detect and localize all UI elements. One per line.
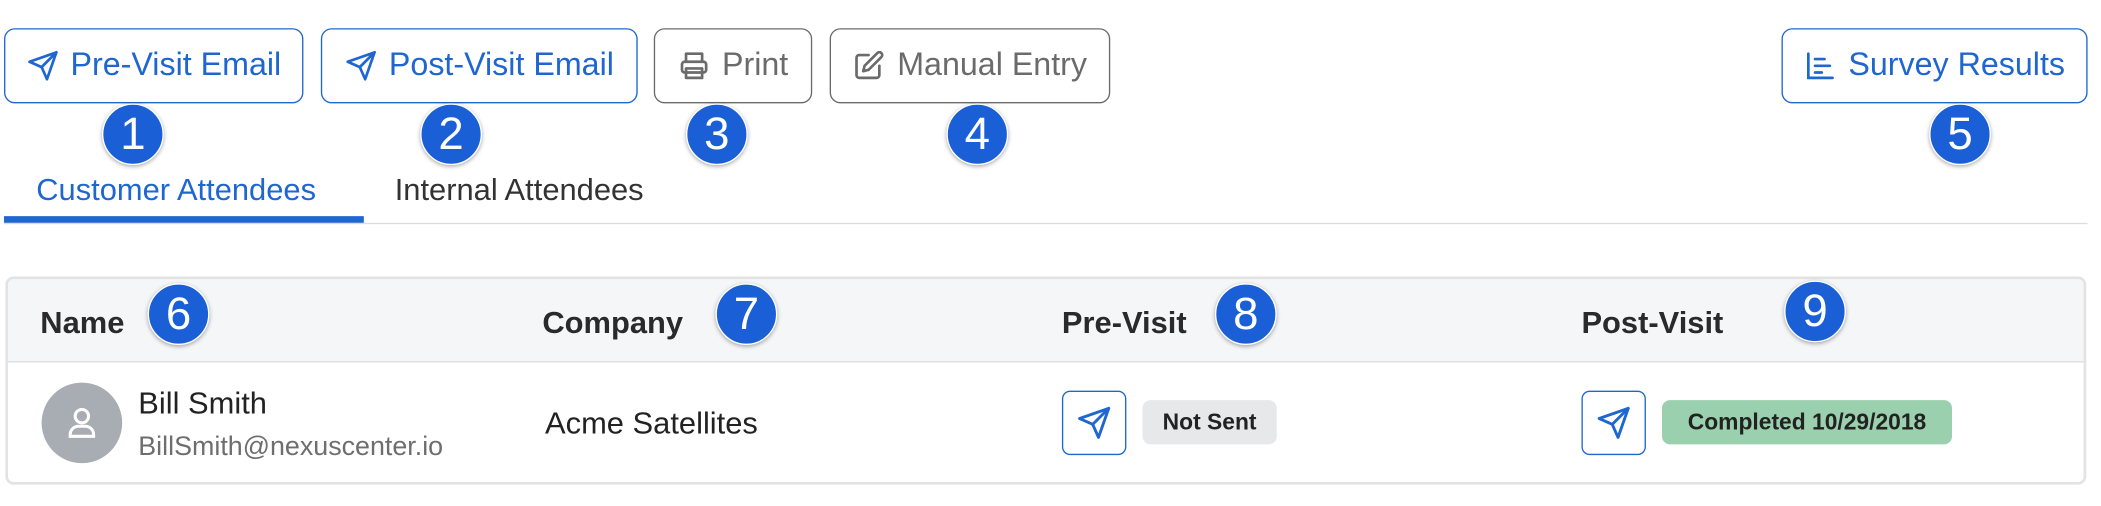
manual-entry-label: Manual Entry [897,46,1088,84]
pre-visit-email-button[interactable]: Pre-Visit Email [4,28,304,104]
send-post-visit-button[interactable] [1581,390,1646,456]
callout-marker-5: 5 [1929,103,1991,166]
tab-customer-attendees[interactable]: Customer Attendees [36,172,316,208]
survey-results-label: Survey Results [1848,46,2066,84]
survey-results-button[interactable]: Survey Results [1781,28,2088,104]
column-header-name[interactable]: Name [40,305,124,341]
tab-internal-attendees[interactable]: Internal Attendees [395,172,644,208]
column-header-pre-visit[interactable]: Pre-Visit [1062,305,1187,341]
print-button[interactable]: Print [653,28,813,104]
paper-plane-icon [27,51,58,81]
tabs-divider [4,222,2088,225]
attendees-table: Name Company Pre-Visit Post-Visit Bill S… [5,276,2087,485]
table-header: Name Company Pre-Visit Post-Visit [8,279,2084,363]
attendee-email: BillSmith@nexuscenter.io [138,432,444,462]
paper-plane-icon [1078,406,1111,439]
callout-marker-7: 7 [715,283,778,346]
attendee-company: Acme Satellites [545,405,758,441]
active-tab-indicator [4,216,364,223]
pre-visit-status-badge: Not Sent [1142,400,1277,445]
post-visit-status-badge: Completed 10/29/2018 [1662,400,1952,445]
table-row[interactable]: Bill Smith BillSmith@nexuscenter.io Acme… [8,362,2084,481]
callout-marker-3: 3 [686,103,748,166]
edit-icon [855,50,884,80]
post-visit-email-label: Post-Visit Email [388,46,614,84]
bar-chart-icon [1806,52,1834,80]
print-label: Print [722,46,789,84]
pre-visit-email-label: Pre-Visit Email [70,46,282,84]
column-header-company[interactable]: Company [542,305,683,341]
attendees-panel: Pre-Visit Email Post-Visit Email Print M… [0,0,2101,493]
avatar [41,382,123,464]
callout-marker-4: 4 [946,103,1009,166]
callout-marker-1: 1 [102,103,164,166]
post-visit-email-button[interactable]: Post-Visit Email [320,28,638,104]
callout-marker-9: 9 [1784,280,1846,343]
attendee-name: Bill Smith [138,385,267,421]
printer-icon [680,52,708,80]
callout-marker-2: 2 [420,103,482,166]
column-header-post-visit[interactable]: Post-Visit [1581,305,1723,341]
paper-plane-icon [345,51,376,81]
user-icon [68,407,96,438]
callout-marker-6: 6 [147,283,210,346]
manual-entry-button[interactable]: Manual Entry [829,28,1111,104]
paper-plane-icon [1597,406,1630,439]
send-pre-visit-button[interactable] [1061,390,1127,456]
callout-marker-8: 8 [1214,283,1277,346]
